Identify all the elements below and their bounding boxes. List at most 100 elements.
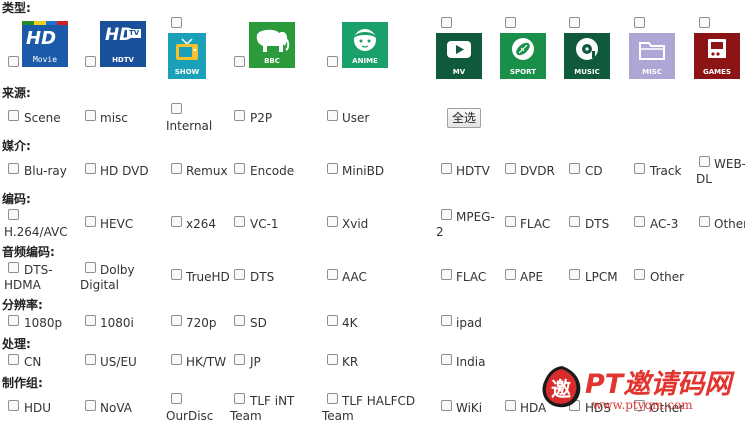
medium-checkbox-dvdr[interactable] xyxy=(505,163,516,174)
codec-checkbox-x264[interactable] xyxy=(171,216,182,227)
games-category-icon[interactable]: GAMES xyxy=(694,33,740,79)
codec-checkbox-dts[interactable] xyxy=(569,216,580,227)
type-checkbox-sport[interactable] xyxy=(505,17,516,28)
bbc-category-icon[interactable]: BBC xyxy=(249,22,295,68)
type-checkbox-mv[interactable] xyxy=(441,17,452,28)
misc-category-icon[interactable]: MISC xyxy=(629,33,675,79)
hdtv-category-icon[interactable]: HD TV HDTV xyxy=(100,21,146,67)
medium-checkbox-track[interactable] xyxy=(634,163,645,174)
anime-category-icon[interactable]: ANIME xyxy=(342,22,388,68)
medium-checkbox-cd[interactable] xyxy=(569,163,580,174)
audio-checkbox-ape[interactable] xyxy=(505,269,516,280)
team-checkbox-hda[interactable] xyxy=(505,400,516,411)
medium-label-track: Track xyxy=(650,164,682,178)
medium-label-dvdr: DVDR xyxy=(520,164,555,178)
team-checkbox-hdu[interactable] xyxy=(8,400,19,411)
audio-label-aac: AAC xyxy=(342,270,367,284)
audio-label-other: Other xyxy=(650,270,685,284)
processing-checkbox-hktw[interactable] xyxy=(171,354,182,365)
medium-checkbox-encode[interactable] xyxy=(234,163,245,174)
music-category-icon[interactable]: MUSIC xyxy=(564,33,610,79)
medium-checkbox-hddvd[interactable] xyxy=(85,163,96,174)
resolution-checkbox-720p[interactable] xyxy=(171,315,182,326)
type-checkbox-show[interactable] xyxy=(171,17,182,28)
medium-checkbox-bluray[interactable] xyxy=(8,163,19,174)
audio-checkbox-lpcm[interactable] xyxy=(569,269,580,280)
codec-checkbox-flac[interactable] xyxy=(505,216,516,227)
resolution-checkbox-sd[interactable] xyxy=(234,315,245,326)
audio-checkbox-dolby[interactable] xyxy=(85,262,96,273)
resolution-label-1080i: 1080i xyxy=(100,316,134,330)
audio-checkbox-truehd[interactable] xyxy=(171,269,182,280)
team-checkbox-ourdisc[interactable] xyxy=(171,393,182,404)
resolution-checkbox-ipad[interactable] xyxy=(441,315,452,326)
medium-label-remux: Remux xyxy=(186,164,228,178)
team-label-ourdisc: OurDisc xyxy=(166,409,214,422)
codec-checkbox-hevc[interactable] xyxy=(85,216,96,227)
type-checkbox-music[interactable] xyxy=(569,17,580,28)
team-checkbox-wiki[interactable] xyxy=(441,400,452,411)
medium-checkbox-webdl[interactable] xyxy=(699,156,710,167)
type-checkbox-games[interactable] xyxy=(699,17,710,28)
type-checkbox-anime[interactable] xyxy=(327,56,338,67)
codec-label-vc1: VC-1 xyxy=(250,217,279,231)
source-checkbox-scene[interactable] xyxy=(8,110,19,121)
movie-category-icon[interactable]: HD Movie xyxy=(22,21,68,67)
processing-checkbox-jp[interactable] xyxy=(234,354,245,365)
medium-label-bluray: Blu-ray xyxy=(24,164,67,178)
watermark-title: PT邀请码网 xyxy=(585,369,732,400)
processing-checkbox-india[interactable] xyxy=(441,354,452,365)
audio-checkbox-flac[interactable] xyxy=(441,269,452,280)
audio-checkbox-dtshdma[interactable] xyxy=(8,262,19,273)
source-checkbox-user[interactable] xyxy=(327,110,338,121)
codec-checkbox-ac3[interactable] xyxy=(634,216,645,227)
select-all-button[interactable]: 全选 xyxy=(447,108,481,128)
codec-checkbox-mpeg2[interactable] xyxy=(441,209,452,220)
audio-checkbox-dts[interactable] xyxy=(234,269,245,280)
ptyqm-watermark: 邀 PT邀请码网 www.ptyqm.com xyxy=(540,358,745,420)
codec-checkbox-h264[interactable] xyxy=(8,209,19,220)
resolution-label-ipad: ipad xyxy=(456,316,482,330)
team-checkbox-nova[interactable] xyxy=(85,400,96,411)
medium-checkbox-minibd[interactable] xyxy=(327,163,338,174)
section-header-codec: 编码: xyxy=(2,192,31,206)
source-checkbox-internal[interactable] xyxy=(171,103,182,114)
audio-checkbox-aac[interactable] xyxy=(327,269,338,280)
resolution-checkbox-4k[interactable] xyxy=(327,315,338,326)
audio-checkbox-other[interactable] xyxy=(634,269,645,280)
medium-label-encode: Encode xyxy=(250,164,295,178)
codec-checkbox-xvid[interactable] xyxy=(327,216,338,227)
sport-category-icon[interactable]: SPORT xyxy=(500,33,546,79)
source-label-user: User xyxy=(342,111,370,125)
source-checkbox-p2p[interactable] xyxy=(234,110,245,121)
source-checkbox-misc[interactable] xyxy=(85,110,96,121)
mv-category-icon[interactable]: MV xyxy=(436,33,482,79)
processing-checkbox-useu[interactable] xyxy=(85,354,96,365)
codec-label-mpeg2-line1: MPEG- xyxy=(456,210,495,224)
resolution-checkbox-1080p[interactable] xyxy=(8,315,19,326)
codec-label-ac3: AC-3 xyxy=(650,217,679,231)
type-checkbox-misc[interactable] xyxy=(634,17,645,28)
audio-label-dtshdma-line1: DTS- xyxy=(24,263,53,277)
audio-label-dolby-line2: Digital xyxy=(80,278,119,292)
type-checkbox-hdtv[interactable] xyxy=(85,56,96,67)
section-header-team: 制作组: xyxy=(2,376,43,390)
show-category-icon[interactable]: SHOW xyxy=(168,33,206,79)
type-checkbox-bbc[interactable] xyxy=(234,56,245,67)
medium-checkbox-remux[interactable] xyxy=(171,163,182,174)
audio-label-dtshdma-line2: HDMA xyxy=(4,278,41,292)
processing-checkbox-kr[interactable] xyxy=(327,354,338,365)
processing-checkbox-cn[interactable] xyxy=(8,354,19,365)
resolution-label-1080p: 1080p xyxy=(24,316,63,330)
resolution-checkbox-1080i[interactable] xyxy=(85,315,96,326)
codec-checkbox-other[interactable] xyxy=(699,216,710,227)
team-label-tlfint-line1: TLF iNT xyxy=(250,394,295,408)
processing-label-kr: KR xyxy=(342,355,359,369)
team-checkbox-tlfhalfcd[interactable] xyxy=(327,393,338,404)
medium-checkbox-hdtv[interactable] xyxy=(441,163,452,174)
codec-label-hevc: HEVC xyxy=(100,217,134,231)
team-checkbox-tlfint[interactable] xyxy=(234,393,245,404)
processing-label-jp: JP xyxy=(250,355,261,369)
codec-checkbox-vc1[interactable] xyxy=(234,216,245,227)
type-checkbox-movie[interactable] xyxy=(8,56,19,67)
